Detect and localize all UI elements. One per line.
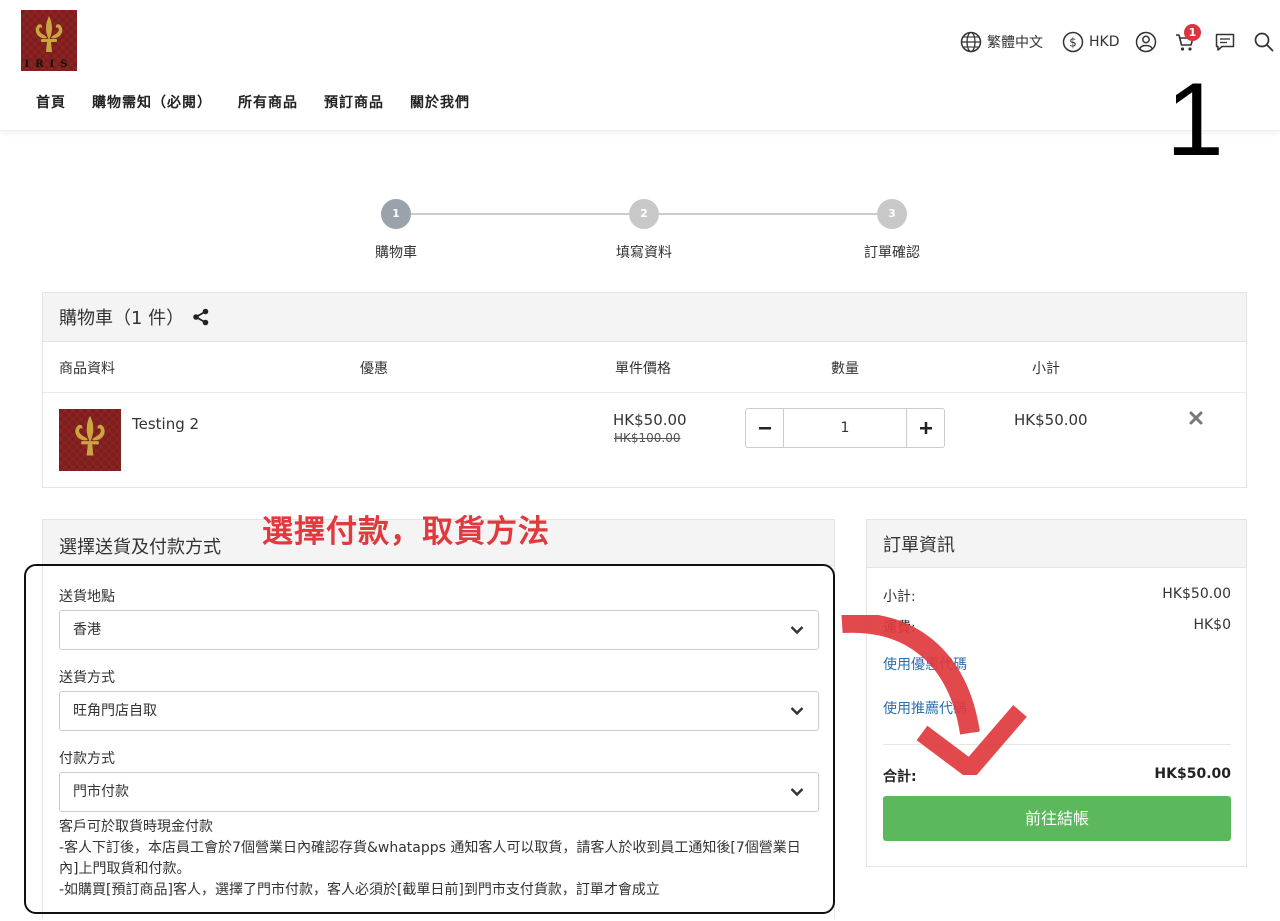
nav-item-preorder[interactable]: 預訂商品 (324, 92, 384, 112)
original-price: HK$100.00 (614, 431, 681, 445)
nav-item-home[interactable]: 首頁 (36, 92, 66, 112)
col-subtotal: 小計 (1032, 361, 1060, 377)
delivery-title: 選擇送貨及付款方式 (59, 536, 221, 558)
currency-switcher[interactable]: $ HKD (1062, 30, 1120, 54)
step-1-label: 購物車 (375, 245, 417, 261)
language-label: 繁體中文 (987, 35, 1043, 51)
annotation-step-number: 1 (1166, 62, 1224, 178)
checkout-button[interactable]: 前往結帳 (883, 796, 1231, 841)
globe-icon (960, 31, 982, 53)
item-subtotal: HK$50.00 (1014, 411, 1088, 429)
minus-icon (758, 427, 771, 430)
product-name[interactable]: Testing 2 (132, 415, 199, 433)
logo-text: IRIS (24, 59, 74, 70)
order-summary-title: 訂單資訊 (883, 534, 955, 556)
step-3-label: 訂單確認 (864, 245, 920, 261)
plus-icon (919, 422, 932, 434)
subtotal-label: 小計: (883, 589, 916, 605)
quantity-stepper: 1 (745, 408, 945, 448)
share-icon[interactable] (192, 308, 210, 326)
shipping-value: HK$0 (1193, 617, 1231, 633)
cart-count-badge: 1 (1184, 24, 1201, 41)
fleur-de-lis-icon (75, 415, 105, 456)
main-nav: 首頁 購物需知（必閱） 所有商品 預訂商品 關於我們 (36, 92, 496, 112)
step-1-dot: 1 (381, 199, 411, 229)
remove-item-icon[interactable] (1189, 411, 1203, 425)
nav-item-all-products[interactable]: 所有商品 (238, 92, 298, 112)
unit-price: HK$50.00 (613, 411, 687, 429)
dollar-icon: $ (1062, 31, 1084, 53)
fleur-de-lis-icon (35, 16, 63, 52)
language-switcher[interactable]: 繁體中文 (960, 30, 1043, 54)
annotation-callout: 選擇付款，取貨方法 (262, 514, 550, 550)
annotation-highlight-box (24, 564, 835, 914)
user-icon (1135, 31, 1157, 53)
decrease-quantity-button[interactable] (746, 409, 783, 447)
cart-table-header: 商品資料 優惠 單件價格 數量 小計 (43, 341, 1246, 393)
increase-quantity-button[interactable] (907, 409, 944, 447)
quantity-input[interactable]: 1 (783, 409, 907, 447)
currency-label: HKD (1089, 34, 1120, 50)
account-button[interactable] (1135, 30, 1157, 54)
cart-panel: 購物車（1 件） 商品資料 優惠 單件價格 數量 小計 Testing 2 HK… (42, 292, 1247, 488)
order-summary-header: 訂單資訊 (867, 520, 1246, 568)
nav-item-about[interactable]: 關於我們 (410, 92, 470, 112)
cart-panel-header: 購物車（1 件） (43, 293, 1246, 342)
cart-title: 購物車（1 件） (59, 308, 185, 329)
store-logo[interactable]: IRIS (21, 10, 77, 71)
search-button[interactable] (1253, 30, 1275, 54)
search-icon (1254, 32, 1274, 52)
chat-icon (1215, 33, 1235, 51)
col-unit-price: 單件價格 (615, 361, 671, 377)
nav-item-shopping-guide[interactable]: 購物需知（必閱） (92, 92, 212, 112)
annotation-arrow-icon (841, 615, 1027, 775)
total-value: HK$50.00 (1154, 766, 1231, 782)
step-connector (396, 213, 644, 215)
step-2-dot: 2 (629, 199, 659, 229)
subtotal-row: 小計: HK$50.00 (883, 586, 1231, 606)
step-2-label: 填寫資料 (616, 245, 672, 261)
subtotal-value: HK$50.00 (1162, 586, 1231, 602)
svg-text:$: $ (1069, 36, 1077, 50)
step-connector (644, 213, 892, 215)
col-quantity: 數量 (831, 361, 859, 377)
col-discount: 優惠 (360, 361, 388, 377)
product-thumbnail[interactable] (59, 409, 121, 471)
messages-button[interactable] (1214, 30, 1236, 54)
step-3-dot: 3 (877, 199, 907, 229)
col-product-info: 商品資料 (59, 361, 115, 377)
site-header: IRIS 繁體中文 $ HKD 1 首頁 購物需知（必閱） 所有商品 預訂商品 … (0, 0, 1280, 131)
